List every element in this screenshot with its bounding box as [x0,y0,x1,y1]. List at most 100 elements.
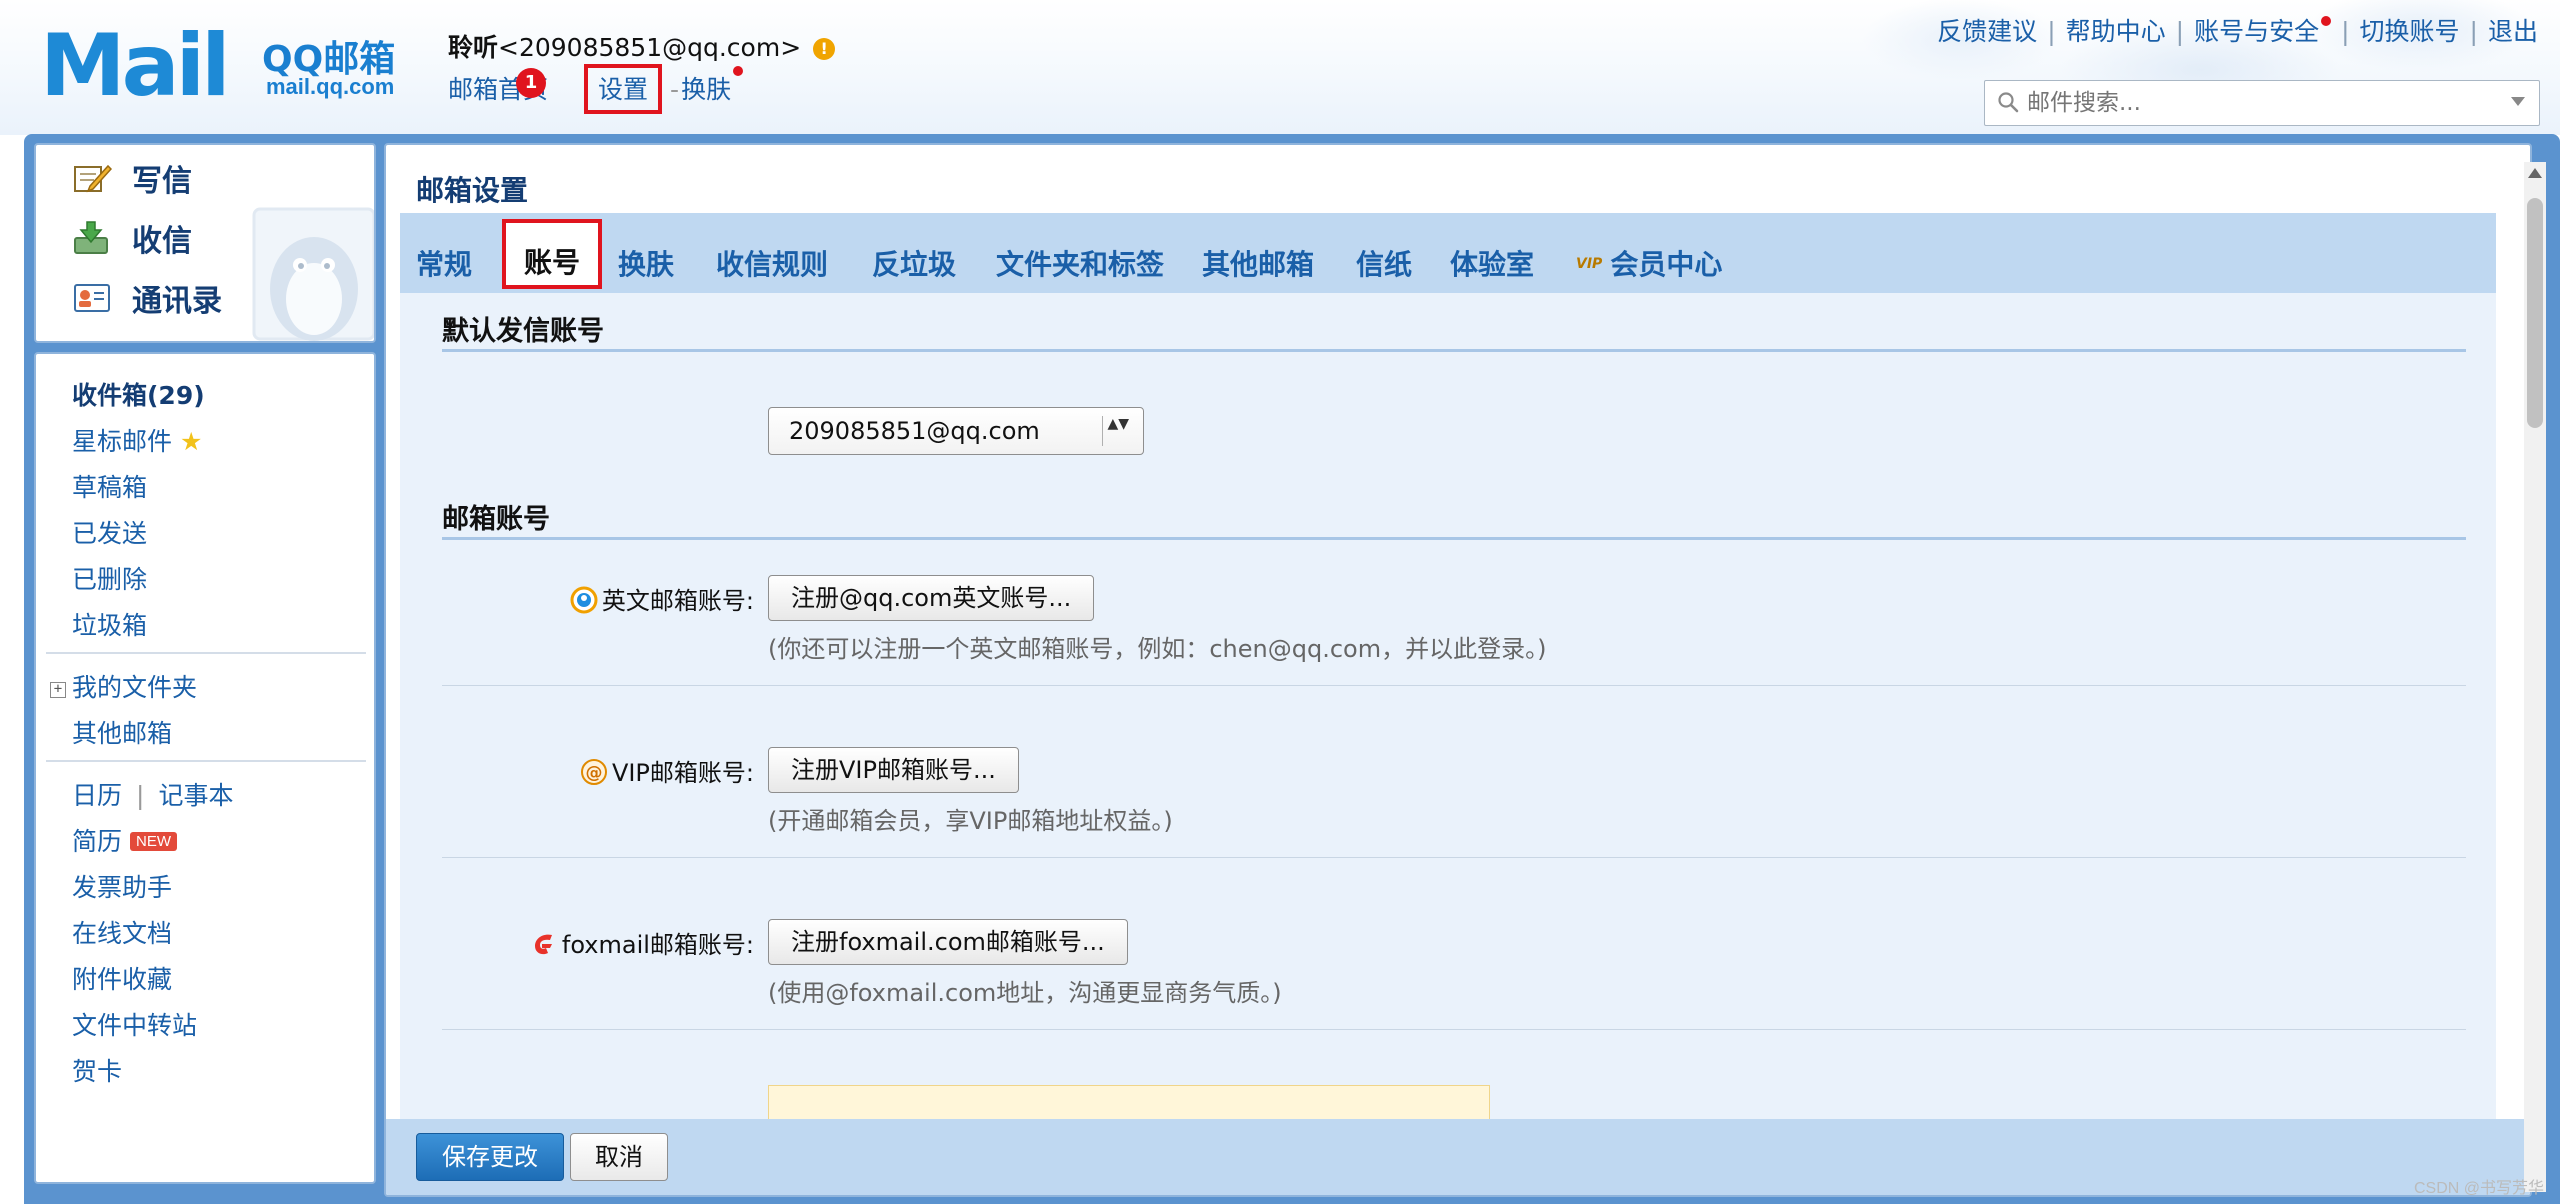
foxmail-account-label-text: foxmail邮箱账号: [561,931,754,959]
scroll-up-icon[interactable] [2528,168,2542,178]
switch-account-link[interactable]: 切换账号 [2360,17,2460,46]
vip-icon: VIP [1576,256,1603,272]
sidebar-actions: 写信 收信 通讯录 [34,143,376,343]
link-separator: | [2341,17,2350,46]
mail-search[interactable] [1984,80,2540,126]
compose-label: 写信 [132,164,192,199]
folder-other-mailboxes[interactable]: 其他邮箱 [72,714,172,750]
folder-starred-label: 星标邮件 [72,427,173,456]
default-sender-select[interactable]: 209085851@qq.com ▲▼ [768,407,1144,455]
top-right-links: 反馈建议 | 帮助中心 | 账号与安全 | 切换账号 | 退出 [1937,12,2538,48]
new-badge: NEW [130,832,178,851]
expand-icon[interactable]: + [50,682,66,698]
settings-panel: 邮箱设置 常规 账号 换肤 收信规则 反垃圾 文件夹和标签 其他邮箱 信纸 体验… [384,143,2532,1197]
logout-link[interactable]: 退出 [2488,17,2538,46]
resume-link[interactable]: 简历 NEW [72,822,178,858]
section-rule [442,349,2466,352]
docs-link[interactable]: 在线文档 [72,914,172,950]
folder-my-folders[interactable]: + 我的文件夹 [50,668,197,704]
tab-other-mailboxes[interactable]: 其他邮箱 [1202,243,1314,283]
search-dropdown-icon[interactable] [2511,97,2525,106]
page-title: 邮箱设置 [416,174,529,207]
account-security-link[interactable]: 账号与安全 [2194,17,2319,46]
top-header: Mail QQ邮箱 mail.qq.com 聆听<209085851@qq.co… [0,0,2560,135]
tools-separator: | [136,781,145,810]
logo-domain: mail.qq.com [266,74,395,99]
english-account-label-text: 英文邮箱账号: [601,587,754,615]
save-changes-button[interactable]: 保存更改 [416,1133,564,1181]
tab-account[interactable]: 账号 [502,219,603,289]
mailbox-accounts-heading: 邮箱账号 [442,504,550,535]
help-center-link[interactable]: 帮助中心 [2066,17,2166,46]
contacts-button[interactable]: 通讯录 [72,275,222,321]
row-divider [442,685,2466,686]
header-nav: 邮箱首页 设置 -换肤 [448,64,744,114]
nav-skin-link[interactable]: 换肤 [681,70,731,106]
folder-deleted[interactable]: 已删除 [72,560,147,596]
settings-tabs: 常规 账号 换肤 收信规则 反垃圾 文件夹和标签 其他邮箱 信纸 体验室 VIP… [400,213,2496,293]
folder-starred[interactable]: 星标邮件 ★ [72,422,202,458]
vip-account-label: @ VIP邮箱账号: [518,753,754,788]
select-arrows-icon: ▲▼ [1107,416,1129,432]
user-email: <209085851@qq.com> [498,33,802,62]
search-icon [1998,92,2019,113]
tab-antispam[interactable]: 反垃圾 [872,243,956,283]
feedback-link[interactable]: 反馈建议 [1937,17,2037,46]
link-separator: | [2175,17,2185,46]
file-transfer-link[interactable]: 文件中转站 [72,1006,197,1042]
select-divider [1102,416,1103,446]
folder-inbox[interactable]: 收件箱(29) [72,376,205,412]
qq-circle-icon [570,586,598,614]
notes-link[interactable]: 记事本 [158,781,233,810]
tools-row: 日历 | 记事本 [72,776,233,812]
sidebar-divider [46,652,366,654]
tab-stationery[interactable]: 信纸 [1356,243,1412,283]
row-divider [442,1029,2466,1030]
page-scrollbar[interactable] [2524,162,2546,1192]
foxmail-icon [534,934,552,955]
register-vip-account-button[interactable]: 注册VIP邮箱账号... [768,747,1019,793]
default-sender-heading: 默认发信账号 [442,316,604,347]
watermark: CSDN @书写芳华 [2413,1180,2544,1197]
tab-vip-center-label: 会员中心 [1610,248,1723,281]
nav-settings-link[interactable]: 设置 [584,64,663,114]
user-identity: 聆听<209085851@qq.com>! [448,28,836,64]
section-rule [442,537,2466,540]
register-english-account-button[interactable]: 注册@qq.com英文账号... [768,575,1095,621]
compose-icon [74,164,112,193]
search-input[interactable] [2027,87,2487,119]
star-icon: ★ [180,427,203,456]
cards-link[interactable]: 贺卡 [72,1052,122,1088]
tab-vip-center[interactable]: VIP 会员中心 [1576,243,1722,283]
receive-icon [74,221,108,254]
link-separator: | [2047,17,2056,46]
step-badge-1: 1 [516,68,546,98]
invoice-link[interactable]: 发票助手 [72,868,172,904]
vip-account-hint: (开通邮箱会员，享VIP邮箱地址权益。) [768,807,1173,835]
foxmail-account-hint: (使用@foxmail.com地址，沟通更显商务气质。) [768,979,1282,1007]
receive-button[interactable]: 收信 [72,215,192,261]
attachments-link[interactable]: 附件收藏 [72,960,172,996]
tab-rules[interactable]: 收信规则 [716,243,828,283]
settings-body: 默认发信账号 209085851@qq.com ▲▼ 邮箱账号 英文邮箱账号: … [400,293,2496,1195]
skin-notification-dot [733,66,744,76]
cancel-button[interactable]: 取消 [570,1133,668,1181]
folder-junk[interactable]: 垃圾箱 [72,606,147,642]
qq-mail-logo[interactable]: Mail QQ邮箱 mail.qq.com [40,23,420,109]
tab-general[interactable]: 常规 [416,243,472,283]
folder-drafts[interactable]: 草稿箱 [72,468,147,504]
tab-skin[interactable]: 换肤 [618,243,674,283]
english-account-hint: (你还可以注册一个英文邮箱账号，例如：chen@qq.com，并以此登录。) [768,635,1547,663]
folder-sent[interactable]: 已发送 [72,514,147,550]
register-foxmail-account-button[interactable]: 注册foxmail.com邮箱账号... [768,919,1128,965]
calendar-link[interactable]: 日历 [72,781,122,810]
scrollbar-thumb[interactable] [2527,198,2543,428]
tab-lab[interactable]: 体验室 [1450,243,1534,283]
vip-account-label-text: VIP邮箱账号: [611,759,754,787]
tab-folders-labels[interactable]: 文件夹和标签 [996,243,1164,283]
user-name: 聆听 [448,33,499,62]
link-separator: | [2469,17,2478,46]
compose-button[interactable]: 写信 [72,155,192,201]
contacts-icon [74,284,110,312]
warning-icon[interactable]: ! [813,38,836,60]
